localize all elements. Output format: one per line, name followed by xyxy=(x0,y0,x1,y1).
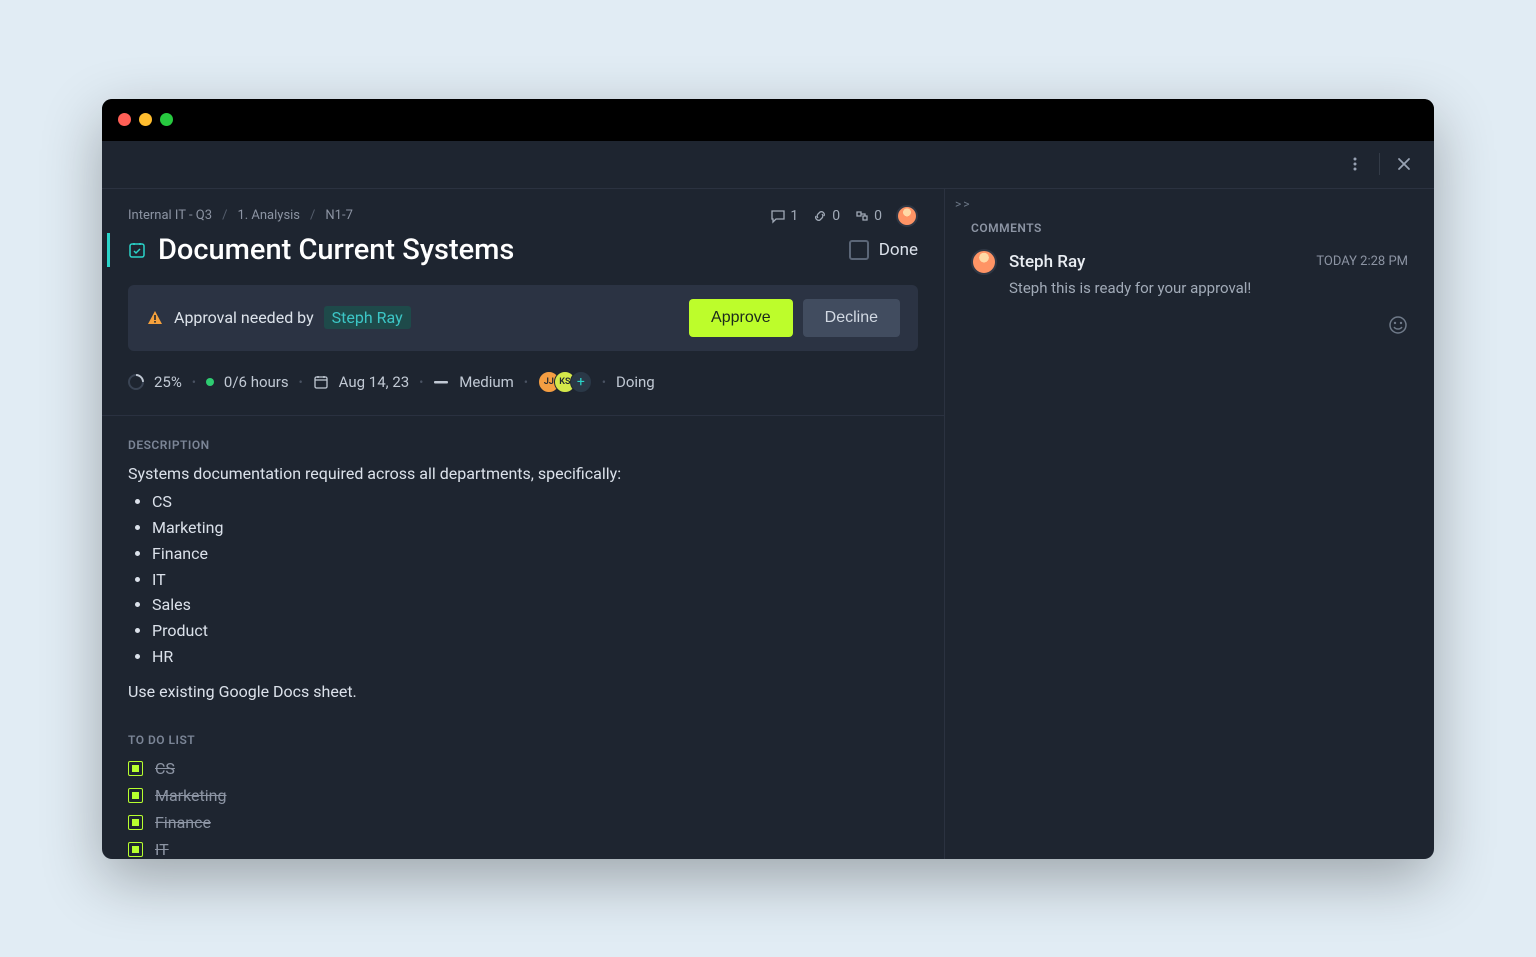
todo-checkbox[interactable] xyxy=(128,842,143,857)
approval-actions: Approve Decline xyxy=(689,299,900,337)
progress-ring-icon xyxy=(125,370,148,393)
more-options-button[interactable] xyxy=(1343,152,1367,176)
description-bullet: CS xyxy=(152,490,918,515)
add-reaction-button[interactable] xyxy=(1388,311,1434,335)
emoji-icon xyxy=(1388,315,1408,335)
priority-value[interactable]: Medium xyxy=(459,373,514,391)
todo-label: Finance xyxy=(155,813,211,832)
close-button[interactable] xyxy=(1392,152,1416,176)
comments-count-value: 1 xyxy=(790,208,798,224)
add-assignee-button[interactable]: + xyxy=(570,371,592,393)
status-dot-icon xyxy=(206,378,214,386)
todo-label: Marketing xyxy=(155,786,226,805)
breadcrumb-item[interactable]: N1-7 xyxy=(325,208,352,223)
description-outro: Use existing Google Docs sheet. xyxy=(128,680,918,705)
task-title[interactable]: Document Current Systems xyxy=(158,233,514,267)
comment-body: Steph this is ready for your approval! xyxy=(971,275,1408,297)
done-checkbox[interactable] xyxy=(849,240,869,260)
approve-button[interactable]: Approve xyxy=(689,299,793,337)
todo-item[interactable]: Finance xyxy=(128,809,918,836)
todo-item[interactable]: CS xyxy=(128,755,918,782)
content-area: Internal IT - Q3 / 1. Analysis / N1-7 1 … xyxy=(102,189,1434,859)
due-date[interactable]: Aug 14, 23 xyxy=(339,373,410,391)
assignees: JJKS+ xyxy=(538,371,592,393)
links-count[interactable]: 0 xyxy=(812,208,840,224)
toolbar-divider xyxy=(1379,153,1380,175)
description-bullet: HR xyxy=(152,645,918,670)
comment-avatar[interactable] xyxy=(971,249,997,275)
todo-item[interactable]: IT xyxy=(128,836,918,859)
breadcrumb: Internal IT - Q3 / 1. Analysis / N1-7 1 … xyxy=(102,189,944,227)
todo-checkbox[interactable] xyxy=(128,788,143,803)
comment: Steph Ray TODAY 2:28 PM Steph this is read… xyxy=(945,249,1434,311)
progress-value[interactable]: 25% xyxy=(154,373,182,391)
todo-item[interactable]: Marketing xyxy=(128,782,918,809)
comment-time: TODAY 2:28 PM xyxy=(1316,254,1408,269)
todo-label: CS xyxy=(155,759,175,778)
calendar-icon xyxy=(313,374,329,390)
titlebar xyxy=(102,99,1434,141)
todo-label: IT xyxy=(155,840,169,859)
done-toggle[interactable]: Done xyxy=(849,240,918,260)
approver-chip[interactable]: Steph Ray xyxy=(324,306,411,329)
window-zoom-button[interactable] xyxy=(160,113,173,126)
subtasks-count[interactable]: 0 xyxy=(854,208,882,224)
window-minimize-button[interactable] xyxy=(139,113,152,126)
approval-banner: Approval needed by Steph Ray Approve Dec… xyxy=(128,285,918,351)
done-label: Done xyxy=(879,240,918,260)
todo-checkbox[interactable] xyxy=(128,815,143,830)
comment-icon xyxy=(770,208,786,224)
link-icon xyxy=(812,208,828,224)
priority-icon xyxy=(433,378,449,386)
breadcrumb-sep: / xyxy=(310,208,315,223)
description-bullet: Sales xyxy=(152,593,918,618)
links-count-value: 0 xyxy=(832,208,840,224)
task-type-icon xyxy=(128,241,146,259)
comments-panel: >> COMMENTS Steph RayTODAY 2:28 PMSteph … xyxy=(944,189,1434,859)
vertical-dots-icon xyxy=(1347,156,1363,172)
description-bullet: Finance xyxy=(152,542,918,567)
description-bullet: Product xyxy=(152,619,918,644)
description-intro: Systems documentation required across al… xyxy=(128,462,918,487)
approval-text: Approval needed by xyxy=(174,308,314,327)
main-panel: Internal IT - Q3 / 1. Analysis / N1-7 1 … xyxy=(102,189,944,859)
description-heading: DESCRIPTION xyxy=(102,416,944,458)
description[interactable]: Systems documentation required across al… xyxy=(102,458,944,711)
collapse-comments-button[interactable]: >> xyxy=(945,189,1434,211)
comments-list: Steph Ray TODAY 2:28 PM Steph this is read… xyxy=(945,249,1434,311)
app-window: Internal IT - Q3 / 1. Analysis / N1-7 1 … xyxy=(102,99,1434,859)
description-bullets: CSMarketingFinanceITSalesProductHR xyxy=(128,490,918,670)
subtasks-count-value: 0 xyxy=(874,208,882,224)
meta-row: 25% • 0/6 hours • Aug 14, 23 • Medium • … xyxy=(102,351,944,416)
task-stats: 1 0 0 xyxy=(770,205,918,227)
todo-list: CSMarketingFinanceITSalesProduct xyxy=(102,753,944,859)
hours-value[interactable]: 0/6 hours xyxy=(224,373,289,391)
comment-author[interactable]: Steph Ray xyxy=(1009,252,1085,272)
todo-heading: TO DO LIST xyxy=(102,711,944,753)
owner-avatar[interactable] xyxy=(896,205,918,227)
breadcrumb-item[interactable]: 1. Analysis xyxy=(237,208,300,223)
description-bullet: IT xyxy=(152,568,918,593)
comments-count[interactable]: 1 xyxy=(770,208,798,224)
todo-checkbox[interactable] xyxy=(128,761,143,776)
comments-heading: COMMENTS xyxy=(945,211,1434,249)
task-title-group: Document Current Systems xyxy=(107,233,514,267)
decline-button[interactable]: Decline xyxy=(803,299,900,337)
description-bullet: Marketing xyxy=(152,516,918,541)
task-header: Document Current Systems Done xyxy=(102,227,944,267)
close-icon xyxy=(1396,156,1412,172)
warning-icon xyxy=(146,309,164,327)
status-value[interactable]: Doing xyxy=(616,373,655,391)
header-toolbar xyxy=(102,141,1434,189)
breadcrumb-sep: / xyxy=(222,208,227,223)
window-close-button[interactable] xyxy=(118,113,131,126)
breadcrumb-item[interactable]: Internal IT - Q3 xyxy=(128,208,212,223)
subtask-icon xyxy=(854,208,870,224)
